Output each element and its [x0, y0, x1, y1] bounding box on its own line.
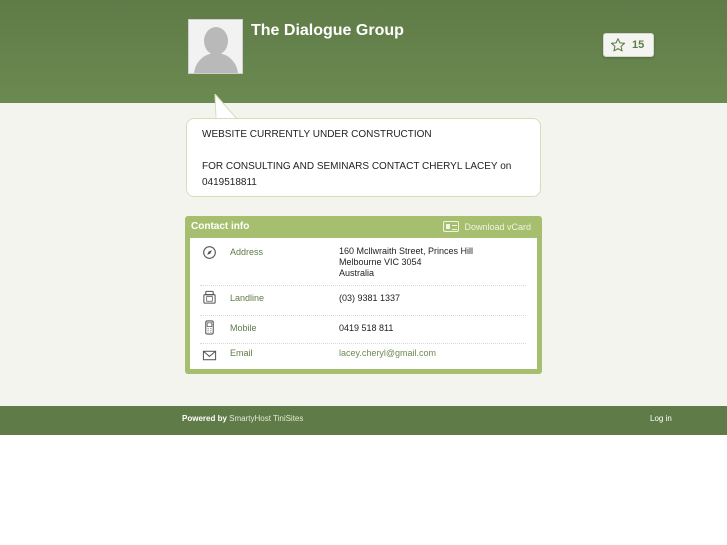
- contact-list: Address 160 Mcllwraith Street, Princes H…: [190, 238, 537, 369]
- contact-row-address: Address 160 Mcllwraith Street, Princes H…: [200, 238, 526, 286]
- site-header: The Dialogue Group 15: [0, 0, 727, 103]
- star-icon: [610, 38, 626, 52]
- address-line-1: 160 Mcllwraith Street, Princes Hill: [339, 246, 474, 256]
- landline-label: Landline: [230, 293, 265, 303]
- powered-by: Powered by SmartyHost TiniSites: [182, 414, 303, 423]
- contact-heading: Contact info: [191, 221, 250, 232]
- status-message-bubble: WEBSITE CURRENTLY UNDER CONSTRUCTION FOR…: [186, 118, 541, 197]
- contact-row-mobile: Mobile 0419 518 811: [200, 316, 526, 344]
- message-line-2: FOR CONSULTING AND SEMINARS CONTACT CHER…: [202, 161, 512, 188]
- star-count: 15: [632, 39, 645, 51]
- contact-info-panel: Contact info Download vCard Address 160 …: [185, 216, 542, 374]
- avatar: [188, 19, 243, 74]
- message-line-1: WEBSITE CURRENTLY UNDER CONSTRUCTION: [202, 129, 432, 140]
- star-button[interactable]: 15: [603, 33, 654, 57]
- site-title[interactable]: The Dialogue Group: [251, 22, 404, 40]
- envelope-icon: [202, 350, 217, 361]
- contact-row-landline: Landline (03) 9381 1337: [200, 286, 526, 316]
- host-link[interactable]: SmartyHost TiniSites: [229, 414, 303, 423]
- mobile-value: 0419 518 811: [339, 323, 394, 333]
- download-vcard-link[interactable]: Download vCard: [443, 221, 531, 232]
- email-label: Email: [230, 348, 253, 358]
- address-line-2: Melbourne VIC 3054: [339, 257, 422, 267]
- address-value: 160 Mcllwraith Street, Princes Hill Melb…: [339, 246, 473, 279]
- vcard-icon: [443, 221, 460, 232]
- address-line-3: Australia: [339, 268, 375, 278]
- landline-value: (03) 9381 1337: [339, 293, 401, 303]
- phone-icon: [203, 290, 216, 304]
- compass-icon: [203, 246, 216, 259]
- email-link[interactable]: lacey.cheryl@gmail.com: [339, 348, 436, 359]
- mobile-icon: [205, 320, 214, 335]
- login-link[interactable]: Log in: [650, 414, 672, 423]
- contact-row-email: Email lacey.cheryl@gmail.com: [200, 344, 526, 367]
- powered-by-label: Powered by: [182, 414, 227, 423]
- vcard-label: Download vCard: [464, 221, 531, 232]
- mobile-label: Mobile: [230, 323, 257, 333]
- site-footer: Powered by SmartyHost TiniSites Log in: [0, 406, 727, 435]
- address-label: Address: [230, 247, 264, 257]
